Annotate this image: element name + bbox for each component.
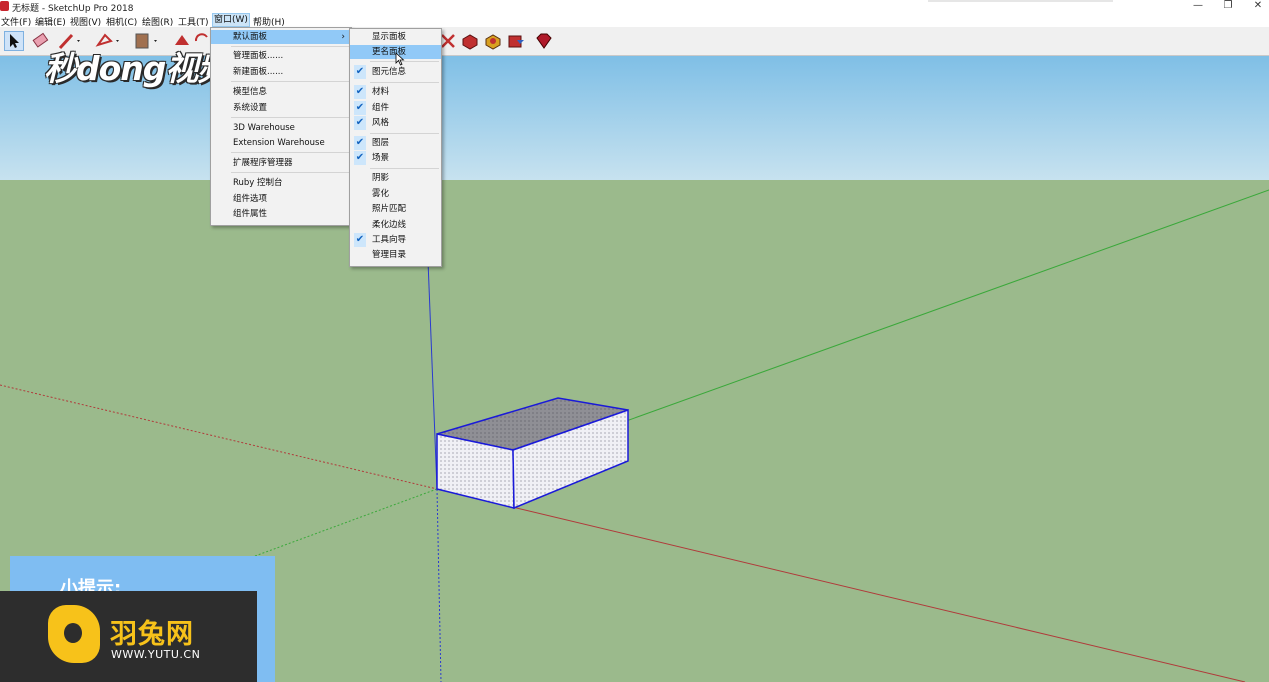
submenu-item-soften-edges[interactable]: 柔化边线 <box>350 218 441 232</box>
menu-separator <box>231 152 349 153</box>
share-icon[interactable] <box>506 31 526 51</box>
close-icon[interactable]: ✕ <box>1248 0 1268 13</box>
components-icon[interactable] <box>460 31 480 51</box>
restore-icon[interactable]: ❐ <box>1218 0 1238 13</box>
submenu-item-fog[interactable]: 雾化 <box>350 187 441 201</box>
window-menu-dropdown: 默认面板 › 管理面板...... 新建面板...... 模型信息 系统设置 3… <box>210 27 352 226</box>
menu-window[interactable]: 窗口(W) <box>212 13 250 27</box>
check-icon: ✔ <box>354 65 366 79</box>
check-icon: ✔ <box>354 101 366 115</box>
submenu-item-scenes[interactable]: ✔ 场景 <box>350 151 441 165</box>
check-icon: ✔ <box>354 151 366 165</box>
sketchup-logo-icon <box>0 1 9 11</box>
submenu-item-entity-info[interactable]: ✔ 图元信息 <box>350 65 441 79</box>
submenu-item-show-panel[interactable]: 显示面板 <box>350 30 441 44</box>
select-icon[interactable] <box>4 31 24 51</box>
menu-item-manage-panels[interactable]: 管理面板...... <box>211 49 351 63</box>
blue-axis <box>427 260 438 490</box>
mouse-cursor-icon <box>395 52 405 66</box>
watermark-logo: 秒dong视频 <box>44 49 230 88</box>
green-axis-dotted <box>254 488 438 557</box>
submenu-item-layers[interactable]: ✔ 图层 <box>350 136 441 150</box>
menu-item-3d-warehouse[interactable]: 3D Warehouse <box>211 121 351 135</box>
red-axis <box>436 488 1246 682</box>
menu-separator <box>231 46 349 47</box>
check-icon: ✔ <box>354 85 366 99</box>
menu-item-component-attributes[interactable]: 组件属性 <box>211 207 351 221</box>
red-axis-dotted <box>0 384 438 490</box>
yutu-logo-icon <box>48 605 100 663</box>
title-bar: 无标题 - SketchUp Pro 2018 — ❐ ✕ <box>0 0 1269 14</box>
logo-url: WWW.YUTU.CN <box>111 648 201 661</box>
chevron-right-icon: › <box>341 32 345 42</box>
menu-item-component-options[interactable]: 组件选项 <box>211 192 351 206</box>
menu-item-ruby-console[interactable]: Ruby 控制台 <box>211 176 351 190</box>
menu-bar: 文件(F) 编辑(E) 视图(V) 相机(C) 绘图(R) 工具(T) 窗口(W… <box>0 13 1269 28</box>
menu-separator <box>231 172 349 173</box>
menu-separator <box>370 133 439 134</box>
menu-item-new-panel[interactable]: 新建面板...... <box>211 65 351 79</box>
check-icon: ✔ <box>354 136 366 150</box>
check-icon: ✔ <box>354 233 366 247</box>
menu-separator <box>231 117 349 118</box>
ruby-icon[interactable] <box>534 31 554 51</box>
submenu-item-styles[interactable]: ✔ 风格 <box>350 116 441 130</box>
menu-item-model-info[interactable]: 模型信息 <box>211 85 351 99</box>
submenu-item-outliner[interactable]: 管理目录 <box>350 248 441 262</box>
menu-item-default-panels[interactable]: 默认面板 › <box>211 30 351 44</box>
submenu-item-shadows[interactable]: 阴影 <box>350 171 441 185</box>
blue-axis-dotted <box>436 488 442 682</box>
box-model[interactable] <box>436 397 629 510</box>
minimize-icon[interactable]: — <box>1188 0 1208 13</box>
menu-separator <box>370 168 439 169</box>
submenu-item-instructor[interactable]: ✔ 工具向导 <box>350 233 441 247</box>
menu-item-preferences[interactable]: 系统设置 <box>211 101 351 115</box>
submenu-item-materials[interactable]: ✔ 材料 <box>350 85 441 99</box>
menu-separator <box>370 82 439 83</box>
submenu-item-components[interactable]: ✔ 组件 <box>350 101 441 115</box>
check-icon: ✔ <box>354 116 366 130</box>
submenu-item-match-photo[interactable]: 照片匹配 <box>350 202 441 216</box>
logo-name: 羽兔网 <box>110 619 194 650</box>
menu-separator <box>231 81 349 82</box>
warehouse-icon[interactable] <box>483 31 503 51</box>
menu-item-extension-warehouse[interactable]: Extension Warehouse <box>211 136 351 150</box>
menu-item-extension-manager[interactable]: 扩展程序管理器 <box>211 156 351 170</box>
title-search-area <box>928 0 1113 2</box>
